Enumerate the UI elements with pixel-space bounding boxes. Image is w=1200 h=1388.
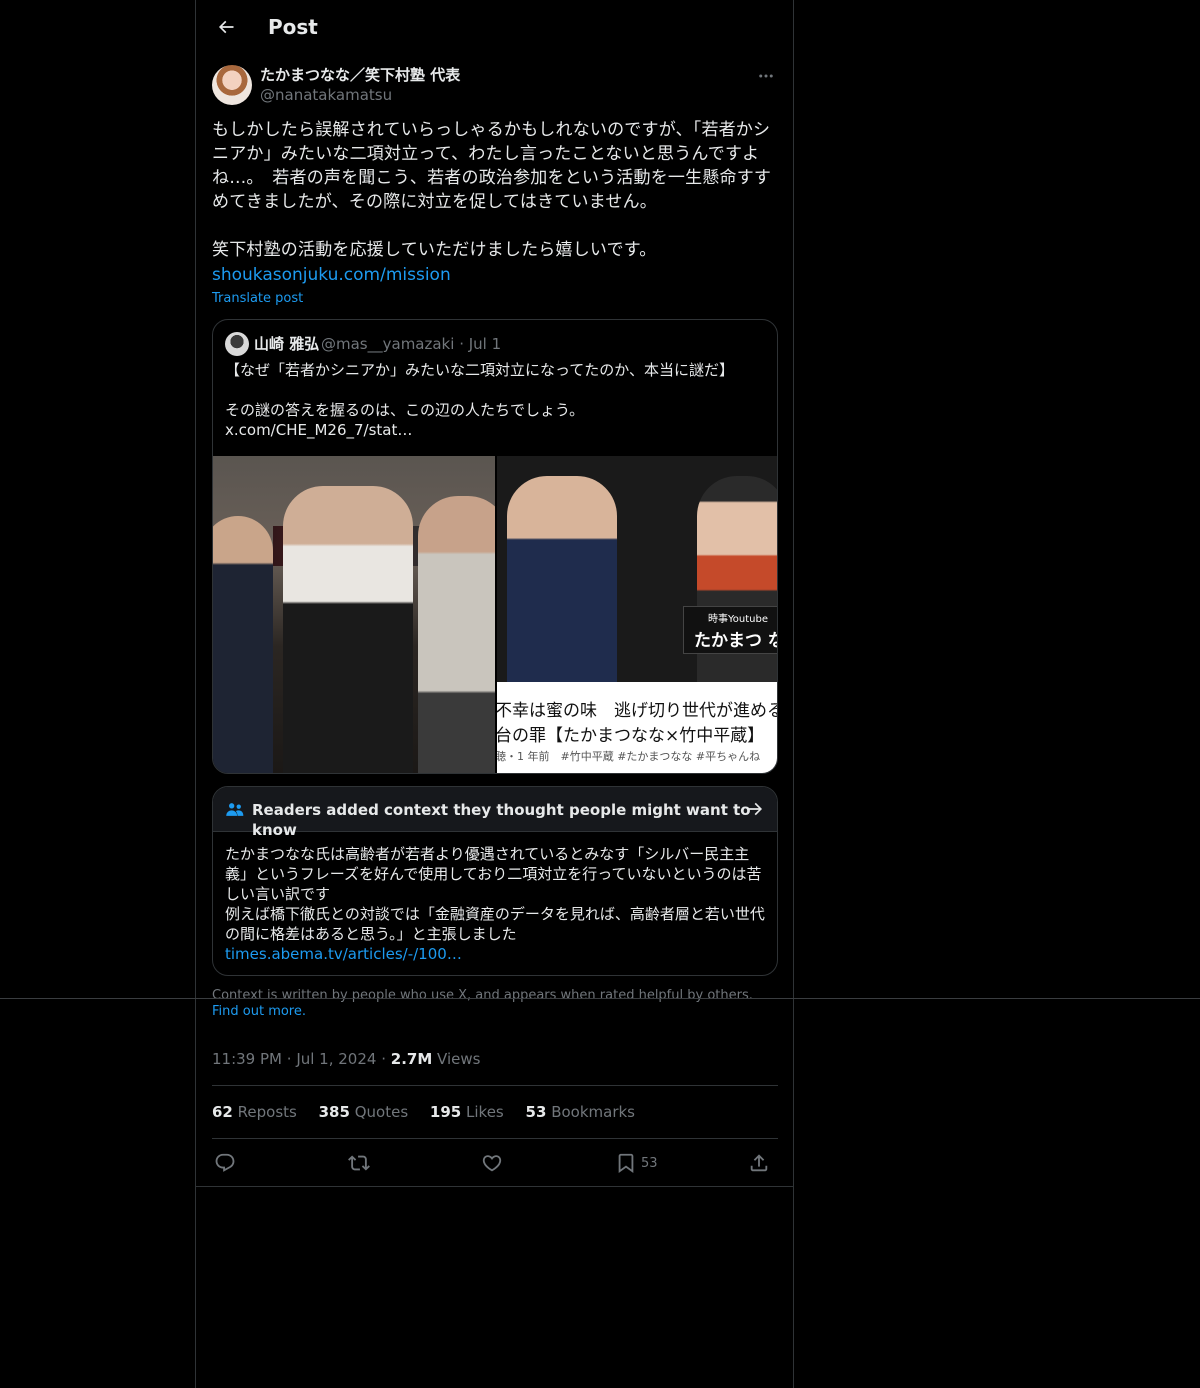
- back-button[interactable]: [212, 13, 240, 41]
- arrow-left-icon: [218, 20, 234, 34]
- video-caption: 不幸は蜜の味 逃げ切り世代が進める 台の罪【たかまつなな×竹中平蔵】 聴・1 年…: [497, 682, 778, 773]
- community-note-header[interactable]: Readers added context they thought peopl…: [213, 787, 777, 839]
- quote-image-right[interactable]: 時事Youtube たかまつ な 不幸は蜜の味 逃げ切り世代が進める 台の罪【た…: [497, 456, 778, 773]
- heart-icon: [482, 1155, 502, 1172]
- translate-post-link[interactable]: Translate post: [212, 290, 303, 308]
- person-figure: [283, 486, 413, 773]
- tv-caption-bar: 時事Youtube たかまつ な: [683, 606, 778, 654]
- more-button[interactable]: [754, 64, 778, 88]
- community-note-link[interactable]: times.abema.tv/articles/-/100…: [225, 944, 462, 964]
- person-figure: [507, 476, 617, 682]
- action-bar: 53: [212, 1148, 778, 1178]
- reposts-stat[interactable]: 62 Reposts: [212, 1103, 297, 1121]
- post-column: Post たかまつなな／笑下村塾 代表 @nanatakamatsu もしかした…: [195, 0, 794, 1388]
- community-note-body: たかまつなな氏は高齢者が若者より優遇されているとみなす「シルバー民主主義」という…: [225, 845, 765, 943]
- more-horizontal-icon: [759, 74, 773, 78]
- community-note: Readers added context they thought peopl…: [212, 786, 778, 976]
- repost-button[interactable]: [348, 1150, 370, 1176]
- post-timestamp: 11:39 PM · Jul 1, 2024 · 2.7M Views: [212, 1050, 481, 1068]
- community-icon: [226, 803, 244, 816]
- post-text: もしかしたら誤解されていらっしゃるかもしれないのですが、「若者かシニアか」みたい…: [212, 120, 772, 260]
- quote-avatar: [225, 332, 249, 356]
- quote-date: Jul 1: [468, 335, 502, 353]
- tv-caption-name: たかまつ な: [694, 631, 778, 651]
- author-display-name[interactable]: たかまつなな／笑下村塾 代表: [260, 65, 460, 85]
- likes-stat[interactable]: 195 Likes: [430, 1103, 504, 1121]
- reply-icon: [215, 1153, 235, 1172]
- share-button[interactable]: [748, 1150, 770, 1176]
- arrow-right-icon: [747, 802, 763, 816]
- quote-author-name: 山崎 雅弘: [254, 335, 320, 353]
- like-button[interactable]: [481, 1150, 503, 1176]
- views-label: Views: [437, 1050, 481, 1068]
- bookmark-icon: [618, 1153, 634, 1174]
- find-out-more-link[interactable]: Find out more.: [212, 1004, 306, 1019]
- page-header: Post: [196, 0, 793, 54]
- post-link[interactable]: shoukasonjuku.com/mission: [212, 263, 451, 287]
- person-figure: [418, 496, 495, 773]
- caption-line-3: 聴・1 年前 #竹中平蔵 #たかまつなな #平ちゃんね: [497, 750, 761, 763]
- community-note-title: Readers added context they thought peopl…: [252, 801, 751, 839]
- community-note-footer: Context is written by people who use X, …: [212, 988, 778, 1020]
- quoted-post[interactable]: 山崎 雅弘 @mas__yamazaki · Jul 1 【なぜ「若者かシニアか…: [212, 319, 778, 774]
- repost-icon: [348, 1155, 370, 1171]
- caption-line-1: 不幸は蜜の味 逃げ切り世代が進める: [497, 701, 778, 721]
- author-handle[interactable]: @nanatakamatsu: [260, 85, 392, 105]
- quotes-stat[interactable]: 385 Quotes: [319, 1103, 409, 1121]
- quote-image-left[interactable]: [213, 456, 495, 773]
- engagement-stats: 62 Reposts 385 Quotes 195 Likes 53 Bookm…: [212, 1102, 652, 1122]
- quote-separator: ·: [459, 335, 469, 353]
- post-date[interactable]: Jul 1, 2024: [296, 1050, 376, 1068]
- page-title: Post: [268, 15, 318, 39]
- divider: [212, 1138, 778, 1139]
- bookmarks-stat[interactable]: 53 Bookmarks: [526, 1103, 635, 1121]
- avatar[interactable]: [212, 65, 252, 105]
- post-time[interactable]: 11:39 PM: [212, 1050, 282, 1068]
- quote-handle: @mas__yamazaki: [321, 335, 455, 353]
- divider: [212, 1085, 778, 1086]
- person-figure: [213, 516, 273, 773]
- bookmark-count: 53: [641, 1155, 658, 1171]
- views-count: 2.7M: [390, 1050, 433, 1068]
- quote-meta: @mas__yamazaki · Jul 1: [321, 334, 501, 354]
- share-icon: [750, 1154, 768, 1172]
- tv-caption-small: 時事Youtube: [708, 614, 768, 625]
- caption-line-2: 台の罪【たかまつなな×竹中平蔵】: [497, 726, 765, 746]
- quote-text: 【なぜ「若者かシニアか」みたいな二項対立になってたのか、本当に謎だ】 その謎の答…: [225, 361, 734, 439]
- bookmark-button[interactable]: 53: [615, 1150, 658, 1176]
- community-note-footer-text: Context is written by people who use X, …: [212, 988, 753, 1003]
- author-row: たかまつなな／笑下村塾 代表 @nanatakamatsu: [212, 64, 778, 108]
- reply-button[interactable]: [214, 1150, 236, 1176]
- divider: [196, 1186, 793, 1187]
- horizontal-guide-line: [0, 998, 1200, 999]
